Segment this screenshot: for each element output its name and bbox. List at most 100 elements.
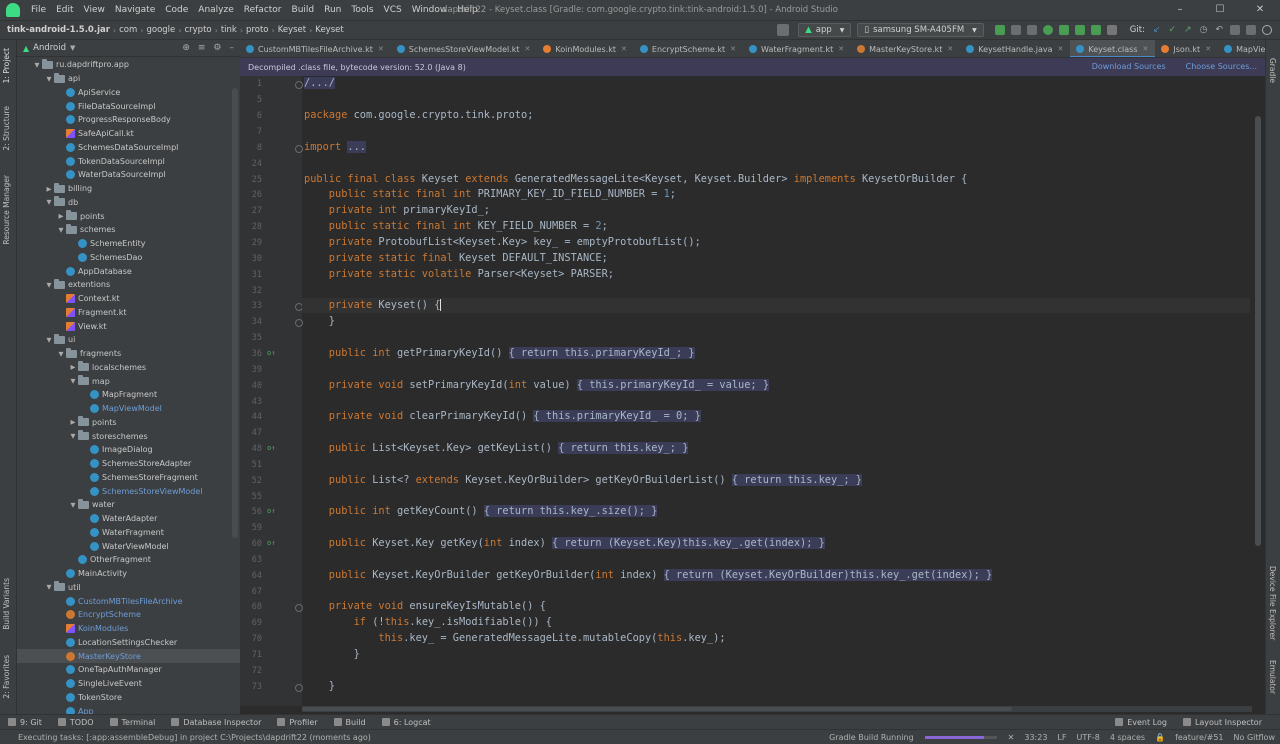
expanded-arrow-icon[interactable]: ▼ xyxy=(68,501,78,509)
override-marker-icon[interactable]: o↑ xyxy=(267,444,275,452)
override-marker-icon[interactable]: o↑ xyxy=(267,349,275,357)
tree-item[interactable]: KoinModules xyxy=(17,622,240,636)
tree-item[interactable]: SingleLiveEvent xyxy=(17,677,240,691)
tree-item[interactable]: ▶ localschemes xyxy=(17,361,240,375)
tool-tab-project[interactable]: 1: Project xyxy=(2,48,11,83)
run-icon[interactable] xyxy=(994,25,1005,35)
close-icon[interactable]: ✕ xyxy=(1240,0,1280,20)
tree-item[interactable]: ImageDialog xyxy=(17,443,240,457)
tree-item[interactable]: TokenDataSourceImpl xyxy=(17,154,240,168)
tree-item[interactable]: WaterViewModel xyxy=(17,539,240,553)
tool-tab-resource-manager[interactable]: Resource Manager xyxy=(2,175,11,245)
tree-item[interactable]: SchemesStoreAdapter xyxy=(17,457,240,471)
tool-window-button[interactable]: 9: Git xyxy=(0,718,50,727)
build-progress-bar[interactable] xyxy=(924,735,997,739)
maximize-icon[interactable]: ☐ xyxy=(1200,0,1240,20)
breadcrumb-item[interactable]: proto xyxy=(243,25,271,35)
expanded-arrow-icon[interactable]: ▼ xyxy=(44,336,54,344)
close-tab-icon[interactable]: ✕ xyxy=(947,45,953,53)
menu-window[interactable]: Window xyxy=(407,5,453,15)
tool-window-button[interactable]: Database Inspector xyxy=(163,718,269,727)
expanded-arrow-icon[interactable]: ▼ xyxy=(56,226,66,234)
git-push-icon[interactable]: ↗ xyxy=(1184,25,1192,35)
tree-item[interactable]: ▶ points xyxy=(17,209,240,223)
tree-item[interactable]: MainActivity xyxy=(17,567,240,581)
tool-window-button[interactable]: Event Log xyxy=(1107,718,1175,727)
tool-window-button[interactable]: TODO xyxy=(50,718,102,727)
close-tab-icon[interactable]: ✕ xyxy=(525,45,531,53)
chevron-down-icon[interactable]: ▼ xyxy=(70,44,75,52)
tree-item[interactable]: ProgressResponseBody xyxy=(17,113,240,127)
profile-icon[interactable] xyxy=(1058,25,1069,35)
override-marker-icon[interactable]: o↑ xyxy=(267,539,275,547)
tree-item[interactable]: Fragment.kt xyxy=(17,306,240,320)
tree-item[interactable]: ▼ util xyxy=(17,581,240,595)
status-message[interactable]: Executing tasks: [:app:assembleDebug] in… xyxy=(0,733,376,742)
breadcrumb-item[interactable]: google xyxy=(143,25,178,35)
editor-tab[interactable]: KoinModules.kt ✕ xyxy=(537,40,633,57)
tool-window-button[interactable]: Profiler xyxy=(269,718,325,727)
editor-tab[interactable]: CustomMBTilesFileArchive.kt ✕ xyxy=(240,40,391,57)
line-separator[interactable]: LF xyxy=(1052,733,1071,742)
debug-icon[interactable] xyxy=(1042,25,1053,35)
expanded-arrow-icon[interactable]: ▼ xyxy=(44,583,54,591)
breadcrumb-item[interactable]: crypto xyxy=(181,25,214,35)
expanded-arrow-icon[interactable]: ▼ xyxy=(44,198,54,206)
indent-setting[interactable]: 4 spaces xyxy=(1105,733,1150,742)
run-config-select[interactable]: ▲ app ▼ xyxy=(798,23,852,37)
expanded-arrow-icon[interactable]: ▼ xyxy=(44,75,54,83)
tree-item[interactable]: MapViewModel xyxy=(17,402,240,416)
tree-item[interactable]: FileDataSourceImpl xyxy=(17,99,240,113)
git-rollback-icon[interactable]: ↶ xyxy=(1215,25,1223,35)
tree-item[interactable]: ▼ api xyxy=(17,72,240,86)
close-tab-icon[interactable]: ✕ xyxy=(730,45,736,53)
hammer-icon[interactable] xyxy=(777,24,790,36)
tree-item[interactable]: App xyxy=(17,704,240,714)
locate-icon[interactable]: ⊕ xyxy=(182,43,190,53)
tool-tab-gradle[interactable]: Gradle xyxy=(1268,58,1277,83)
search-everywhere-icon[interactable] xyxy=(1262,25,1272,35)
git-commit-icon[interactable]: ✓ xyxy=(1169,25,1177,35)
menu-refactor[interactable]: Refactor xyxy=(239,5,287,15)
tree-item[interactable]: ▼ fragments xyxy=(17,347,240,361)
download-sources-link[interactable]: Download Sources xyxy=(1092,62,1166,71)
menu-navigate[interactable]: Navigate xyxy=(110,5,160,15)
tree-item[interactable]: ▼ ru.dapdriftpro.app xyxy=(17,58,240,72)
tree-item[interactable]: ▼ schemes xyxy=(17,223,240,237)
tool-window-button[interactable]: Build xyxy=(326,718,374,727)
tree-item[interactable]: ▶ billing xyxy=(17,182,240,196)
tree-item[interactable]: OneTapAuthManager xyxy=(17,663,240,677)
expanded-arrow-icon[interactable]: ▼ xyxy=(32,61,42,69)
project-scrollbar[interactable] xyxy=(232,88,238,538)
hide-icon[interactable]: – xyxy=(230,43,235,53)
project-view-select[interactable]: Android xyxy=(33,43,66,53)
tree-item[interactable]: CustomMBTilesFileArchive xyxy=(17,594,240,608)
attach-debugger-icon[interactable] xyxy=(1074,25,1085,35)
tree-item[interactable]: ▶ points xyxy=(17,416,240,430)
close-tab-icon[interactable]: ✕ xyxy=(1205,45,1211,53)
device-select[interactable]: ▯ samsung SM-A405FM ▼ xyxy=(857,23,984,37)
git-branch[interactable]: feature/#51 xyxy=(1170,733,1228,742)
menu-help[interactable]: Help xyxy=(452,5,483,15)
expanded-arrow-icon[interactable]: ▼ xyxy=(44,281,54,289)
tree-item[interactable]: ▼ ui xyxy=(17,333,240,347)
tree-item[interactable]: EncryptScheme xyxy=(17,608,240,622)
breadcrumb-item[interactable]: tink xyxy=(218,25,240,35)
tree-item[interactable]: TokenStore xyxy=(17,691,240,705)
tree-item[interactable]: SchemesStoreViewModel xyxy=(17,484,240,498)
tree-item[interactable]: ▼ water xyxy=(17,498,240,512)
expanded-arrow-icon[interactable]: ▼ xyxy=(68,432,78,440)
lock-icon[interactable]: 🔒 xyxy=(1150,733,1170,742)
expanded-arrow-icon[interactable]: ▼ xyxy=(68,377,78,385)
tree-item[interactable]: MapFragment xyxy=(17,388,240,402)
tree-item[interactable]: ApiService xyxy=(17,86,240,100)
coverage-icon[interactable] xyxy=(1090,25,1101,35)
menu-run[interactable]: Run xyxy=(319,5,346,15)
tool-window-button[interactable]: 6: Logcat xyxy=(374,718,439,727)
menu-analyze[interactable]: Analyze xyxy=(193,5,238,15)
close-tab-icon[interactable]: ✕ xyxy=(838,45,844,53)
tree-item[interactable]: WaterAdapter xyxy=(17,512,240,526)
caret-position[interactable]: 33:23 xyxy=(1019,733,1052,742)
menu-vcs[interactable]: VCS xyxy=(379,5,407,15)
expanded-arrow-icon[interactable]: ▼ xyxy=(56,350,66,358)
